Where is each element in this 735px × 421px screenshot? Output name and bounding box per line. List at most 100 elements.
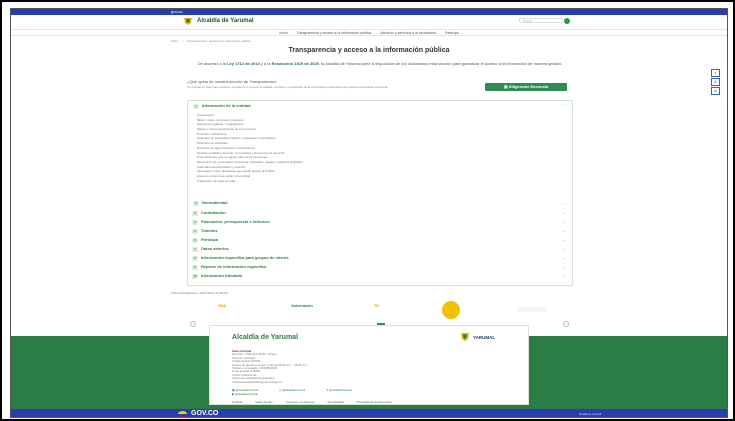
- footer-link-privacidad[interactable]: Privacidad de la información: [356, 400, 391, 404]
- section-number-badge: 5: [192, 229, 198, 234]
- accordion-header-1[interactable]: 1 Información de la entidad ⌃: [193, 102, 569, 109]
- footer-logo: YARUMAL: [460, 331, 515, 343]
- accordion-label: Participa: [201, 237, 218, 242]
- accessibility-toolbar: ◐ A A: [711, 69, 721, 99]
- survey-description: Su opinión es vital para nosotros. Ayúde…: [187, 85, 389, 89]
- nav-item-inicio[interactable]: Inicio: [279, 31, 287, 35]
- footer-contact-info: Sede principal Dirección: Calle 20 # 19-…: [232, 349, 412, 384]
- accordion-label: Datos abiertos: [201, 246, 229, 251]
- shield-icon: [461, 333, 469, 341]
- accordion-label: Trámites: [201, 228, 218, 233]
- govco-brand[interactable]: GOV.CO: [191, 410, 218, 417]
- chevron-up-icon: ⌃: [563, 103, 567, 108]
- logo-vida[interactable]: VIDA: [207, 304, 237, 308]
- nav-item-atencion[interactable]: Atención y servicios a la ciudadanía: [380, 31, 436, 35]
- footer-link-politicas[interactable]: Políticas: [232, 400, 243, 404]
- info-line[interactable]: notificacionesjudiciales@yarumal.gov.co: [232, 380, 412, 384]
- site-title[interactable]: Alcaldía de Yarumal: [197, 18, 254, 24]
- section-number-badge: 6: [192, 238, 198, 243]
- page-title: Transparencia y acceso a la información …: [288, 47, 450, 54]
- accordion-header-6[interactable]: 6 Participa ⌄: [192, 236, 568, 243]
- colombia-flag-icon: [178, 411, 187, 417]
- chevron-down-icon: ⌄: [562, 237, 566, 242]
- breadcrumb-item-current: Transparencia y acceso a la información …: [186, 39, 251, 43]
- partner-logos: VIDA Gobernación TIC: [187, 300, 573, 320]
- footer-link-accesibilidad[interactable]: Accesibilidad: [327, 400, 343, 404]
- chevron-down-icon: ⌄: [562, 255, 566, 260]
- gov-top-bar-label: gov.co: [171, 9, 183, 14]
- nav-item-participa[interactable]: Participa: [445, 31, 459, 35]
- logo-tic[interactable]: TIC: [362, 304, 392, 308]
- accordion-header-9[interactable]: 9 Reporte de información específica ⌄: [192, 263, 568, 270]
- accordion-header-3[interactable]: 3 Contratación ⌄: [192, 209, 568, 216]
- logo-gobernacion[interactable]: Gobernación: [282, 304, 322, 308]
- chevron-down-icon: ⌄: [562, 273, 566, 278]
- site-logo-icon[interactable]: [183, 17, 193, 25]
- footer-card: Alcaldía de Yarumal YARUMAL Sede princip…: [209, 325, 529, 405]
- accordion-header-4[interactable]: 4 Planeación, presupuesto e informes ⌄: [192, 218, 568, 225]
- accordion-label: Reporte de información específica: [201, 264, 267, 269]
- last-updated: Última actualización: 14/07/2021 11:30 A…: [171, 291, 228, 295]
- accordion-label: Contratación: [201, 210, 226, 215]
- footer-link-mapa[interactable]: Mapa del sitio: [255, 400, 272, 404]
- youtube-link[interactable]: ▶ @AlcaldiaYarumal: [232, 392, 268, 396]
- footer-link-terminos[interactable]: Términos y condiciones: [285, 400, 314, 404]
- chevron-down-icon: ⌄: [563, 200, 567, 205]
- logo-ministry-icon[interactable]: [517, 307, 547, 312]
- section-number-badge: 3: [192, 211, 198, 216]
- nav-item-transparencia[interactable]: Transparencia y acceso a la información …: [297, 31, 372, 35]
- accordion-header-7[interactable]: 7 Datos abiertos ⌄: [192, 245, 568, 252]
- accordion-header-5[interactable]: 5 Trámites ⌄: [192, 227, 568, 234]
- resolution-link[interactable]: Resolución 1519 de 2020: [272, 61, 319, 66]
- instagram-handle: @AlcaldiaYarumal: [282, 388, 306, 392]
- browser-viewport: gov.co Alcaldía de Yarumal Buscar Inicio…: [10, 8, 728, 418]
- section-number-badge: 10: [192, 274, 198, 279]
- twitter-link[interactable]: ✕ @AlcaldiaYarumal: [326, 388, 362, 392]
- instagram-link[interactable]: ◎ @AlcaldiaYarumal: [279, 388, 315, 392]
- logo-yellow-circle-icon[interactable]: [442, 301, 460, 319]
- law-link[interactable]: Ley 1712 de 2014: [227, 61, 260, 66]
- intro-suffix: , la Alcaldía de Yarumal pone a disposic…: [318, 61, 563, 66]
- twitter-handle: @AlcaldiaYarumal: [329, 388, 352, 392]
- breadcrumb-separator: /: [181, 39, 183, 43]
- contrast-icon[interactable]: ◐: [711, 69, 720, 77]
- chevron-down-icon: ⌄: [562, 246, 566, 251]
- chevron-down-icon: ⌄: [562, 219, 566, 224]
- search-icon[interactable]: [564, 18, 570, 24]
- logo-vida-text: VIDA: [217, 304, 227, 308]
- main-nav: Inicio Transparencia y acceso a la infor…: [11, 29, 727, 36]
- chevron-down-icon: ⌄: [562, 228, 566, 233]
- youtube-handle: @AlcaldiaYarumal: [234, 392, 258, 396]
- intro-paragraph: De acuerdo a la Ley 1712 de 2014 y a la …: [187, 61, 573, 66]
- site-header: [11, 15, 727, 29]
- chevron-left-icon[interactable]: ‹: [190, 321, 196, 327]
- survey-question: ¿Qué opina de nuestra sección de Transpa…: [187, 79, 277, 84]
- accordion-label: Información de la entidad: [202, 103, 251, 108]
- survey-button-label: Diligenciar Encuesta: [508, 84, 549, 89]
- section-number-badge: 9: [192, 265, 198, 270]
- search-input[interactable]: Buscar: [519, 18, 563, 23]
- font-increase-icon[interactable]: A: [711, 87, 720, 95]
- font-decrease-icon[interactable]: A: [711, 78, 720, 86]
- breadcrumb-item-home[interactable]: Inicio: [171, 39, 178, 43]
- section-number-badge: 2: [193, 201, 199, 206]
- chevron-right-icon[interactable]: ›: [563, 321, 569, 327]
- accordion-header-2[interactable]: 2 Normatividad ⌄: [193, 199, 569, 206]
- chevron-down-icon: ⌄: [562, 264, 566, 269]
- footer-logo-text: YARUMAL: [473, 335, 496, 340]
- accordion-header-10[interactable]: 10 Información tributaria ⌄: [192, 272, 568, 279]
- survey-button[interactable]: ▣ Diligenciar Encuesta: [485, 83, 567, 91]
- section-number-badge: 4: [192, 220, 198, 225]
- list-item[interactable]: Publicación de hojas de vida: [197, 179, 557, 184]
- screenshot-frame: gov.co Alcaldía de Yarumal Buscar Inicio…: [0, 0, 735, 421]
- section-number-badge: 1: [193, 104, 199, 109]
- section-number-badge: 8: [192, 256, 198, 261]
- section-number-badge: 7: [192, 247, 198, 252]
- footer-legal-links: Políticas Mapa del sitio Términos y cond…: [232, 400, 522, 404]
- footer-title: Alcaldía de Yarumal: [232, 334, 299, 341]
- accordion-header-8[interactable]: 8 Información específica para grupos de i…: [192, 254, 568, 261]
- accordion-label: Información tributaria: [201, 273, 243, 278]
- intro-prefix: De acuerdo a la: [197, 61, 228, 66]
- accordion-label: Planeación, presupuesto e informes: [201, 219, 270, 224]
- accordion-label: Información específica para grupos de in…: [201, 255, 289, 260]
